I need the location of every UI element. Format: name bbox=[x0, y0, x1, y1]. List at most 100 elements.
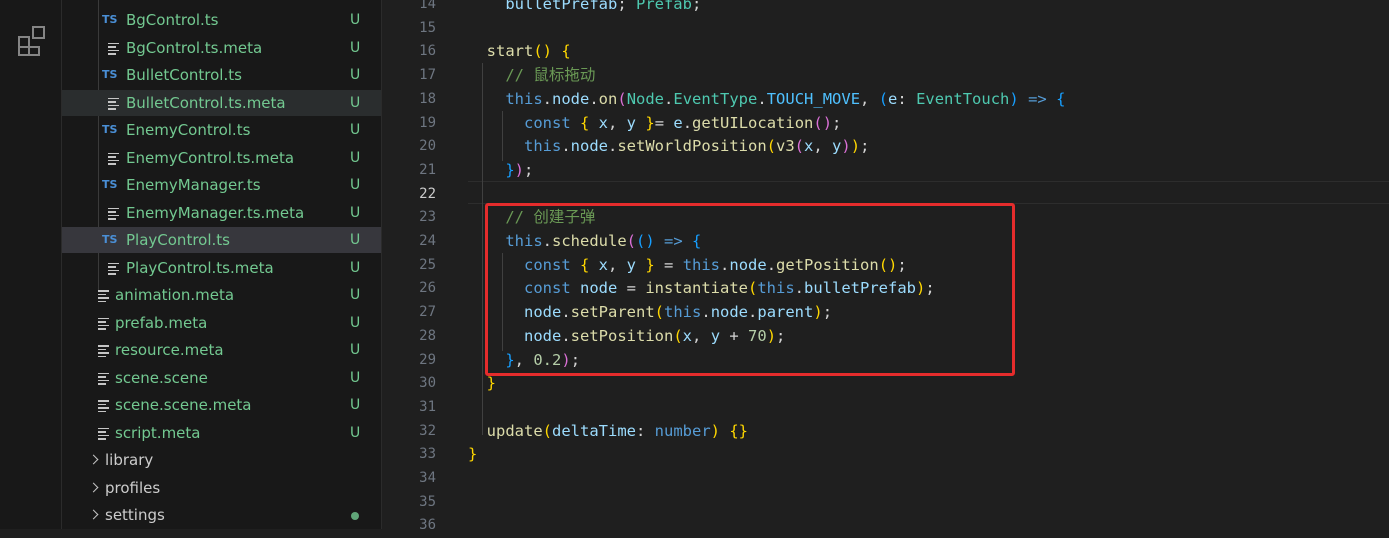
line-number: 21 bbox=[419, 161, 436, 178]
code-token: : bbox=[897, 89, 917, 108]
git-status-untracked: U bbox=[350, 342, 361, 358]
code-token: ) bbox=[514, 160, 525, 179]
line-number: 25 bbox=[419, 256, 436, 273]
code-token: ; bbox=[617, 0, 636, 13]
typescript-file-icon: TS bbox=[102, 123, 118, 136]
meta-file-icon bbox=[98, 345, 109, 357]
code-token: x bbox=[804, 137, 814, 156]
tree-item[interactable]: script.meta U bbox=[62, 420, 381, 446]
code-token: y bbox=[832, 137, 842, 156]
code-token: y bbox=[617, 113, 637, 132]
tree-item-label: prefab.meta bbox=[115, 313, 208, 332]
tree-item[interactable]: BgControl.ts.meta U bbox=[62, 35, 381, 61]
line-number: 29 bbox=[419, 351, 436, 368]
line-number: 24 bbox=[419, 233, 436, 249]
extensions-icon[interactable] bbox=[16, 24, 48, 56]
code-token: : bbox=[636, 421, 655, 440]
code-token: x bbox=[589, 113, 608, 132]
code-token: ( bbox=[794, 137, 805, 156]
code-token: e bbox=[673, 113, 683, 132]
code-line[interactable]: this.node.setWorldPosition(v3(x, y)); bbox=[468, 135, 869, 159]
tree-item[interactable]: prefab.meta U bbox=[62, 310, 381, 336]
code-token: () bbox=[813, 113, 833, 132]
code-token: ) bbox=[841, 137, 851, 156]
code-line[interactable]: // 鼠标拖动 bbox=[468, 64, 595, 88]
code-line[interactable]: } bbox=[468, 443, 477, 467]
activity-bar bbox=[0, 0, 62, 529]
git-status-untracked: U bbox=[350, 397, 361, 413]
tree-item-label: scene.scene.meta bbox=[115, 396, 252, 414]
code-line[interactable]: const { x, y }= e.getUILocation(); bbox=[468, 112, 841, 136]
code-token: update bbox=[468, 421, 543, 440]
tree-item[interactable]: TS EnemyControl.ts U bbox=[62, 117, 381, 143]
line-number-gutter: 14 15 16 17 18 19 20 21 22 23 24 25 26 27 28 29 30 31 32 33… bbox=[382, 0, 452, 533]
tree-item[interactable]: TS PlayControl.ts U bbox=[62, 227, 381, 253]
meta-file-icon bbox=[98, 290, 109, 302]
tree-item[interactable]: settings bbox=[62, 502, 381, 528]
tree-item-label: script.meta bbox=[115, 423, 201, 442]
tree-item[interactable]: TS BulletControl.ts U bbox=[62, 62, 381, 88]
tree-item[interactable]: resource.meta U bbox=[62, 337, 381, 363]
tree-item-label: BulletControl.ts bbox=[126, 66, 242, 84]
typescript-file-icon: TS bbox=[102, 178, 118, 191]
code-line[interactable]: start() { bbox=[468, 40, 571, 64]
code-token: . bbox=[664, 89, 674, 108]
chevron-right-icon bbox=[88, 454, 99, 465]
tree-item[interactable]: scene.scene U bbox=[62, 365, 381, 391]
line-number: 35 bbox=[419, 493, 436, 510]
code-token: e bbox=[888, 89, 898, 108]
tree-item-label: BgControl.ts bbox=[126, 11, 219, 29]
code-token: Node bbox=[626, 89, 665, 108]
code-token: number bbox=[654, 421, 711, 440]
chevron-right-icon bbox=[88, 509, 99, 520]
code-token: getUILocation bbox=[692, 113, 814, 132]
typescript-file-icon: TS bbox=[102, 13, 118, 26]
tree-item-label: EnemyManager.ts bbox=[126, 176, 261, 194]
tree-item-label: PlayControl.ts.meta bbox=[126, 258, 274, 277]
code-token: ; bbox=[691, 0, 702, 13]
tree-item-label: profiles bbox=[105, 478, 161, 497]
code-editor[interactable]: 14 15 16 17 18 19 20 21 22 23 24 25 26 27 28 29 30 31 32 33… bbox=[382, 0, 1389, 533]
code-token: , bbox=[608, 113, 618, 132]
tree-item[interactable]: EnemyManager.ts.meta U bbox=[62, 200, 381, 226]
code-token: // 鼠标拖动 bbox=[468, 66, 596, 85]
git-status-untracked: U bbox=[350, 149, 361, 166]
tree-item-label: BulletControl.ts.meta bbox=[126, 93, 286, 112]
line-number: 36 bbox=[419, 517, 436, 534]
code-token: EventType bbox=[673, 89, 758, 108]
tree-item-label: PlayControl.ts bbox=[126, 231, 230, 249]
chevron-right-icon bbox=[88, 482, 99, 492]
line-number: 26 bbox=[419, 280, 436, 297]
typescript-file-icon: TS bbox=[102, 233, 118, 246]
git-status-untracked: U bbox=[350, 204, 361, 221]
tree-item[interactable]: BulletControl.ts.meta U bbox=[62, 89, 381, 116]
code-token: node bbox=[570, 137, 608, 156]
git-status-untracked: U bbox=[350, 12, 361, 28]
line-number: 23 bbox=[419, 209, 436, 226]
code-line[interactable]: }); bbox=[468, 159, 533, 183]
tree-item-label: resource.meta bbox=[115, 341, 224, 359]
tree-item[interactable]: TS BgControl.ts U bbox=[62, 7, 381, 33]
code-line[interactable]: this.node.on(Node.EventType.TOUCH_MOVE, … bbox=[468, 88, 1065, 112]
code-token: () bbox=[533, 42, 552, 61]
tree-item-label: BgControl.ts.meta bbox=[126, 38, 263, 57]
tree-item[interactable]: profiles bbox=[62, 475, 381, 501]
git-status-untracked: U bbox=[350, 94, 361, 111]
tree-item[interactable]: library bbox=[62, 447, 381, 473]
tree-item[interactable]: PlayControl.ts.meta U bbox=[62, 255, 381, 281]
code-token: ( bbox=[878, 89, 889, 108]
code-token: ; bbox=[524, 160, 534, 179]
tree-item[interactable]: animation.meta U bbox=[62, 282, 381, 308]
code-token: . bbox=[561, 137, 571, 156]
code-token: => bbox=[1018, 89, 1047, 108]
tree-item[interactable]: EnemyControl.ts.meta U bbox=[62, 145, 381, 171]
code-line[interactable]: update(deltaTime: number) {} bbox=[468, 420, 748, 444]
tree-item[interactable]: TS EnemyManager.ts U bbox=[62, 172, 381, 198]
code-line[interactable]: bulletPrefab; Prefab; bbox=[468, 0, 701, 17]
code-token: ( bbox=[617, 89, 627, 108]
tree-item[interactable]: scene.scene.meta U bbox=[62, 392, 381, 418]
code-token: { bbox=[1046, 89, 1066, 108]
line-number: 20 bbox=[419, 138, 436, 155]
code-token: . bbox=[757, 89, 767, 108]
line-number: 15 bbox=[419, 19, 436, 36]
